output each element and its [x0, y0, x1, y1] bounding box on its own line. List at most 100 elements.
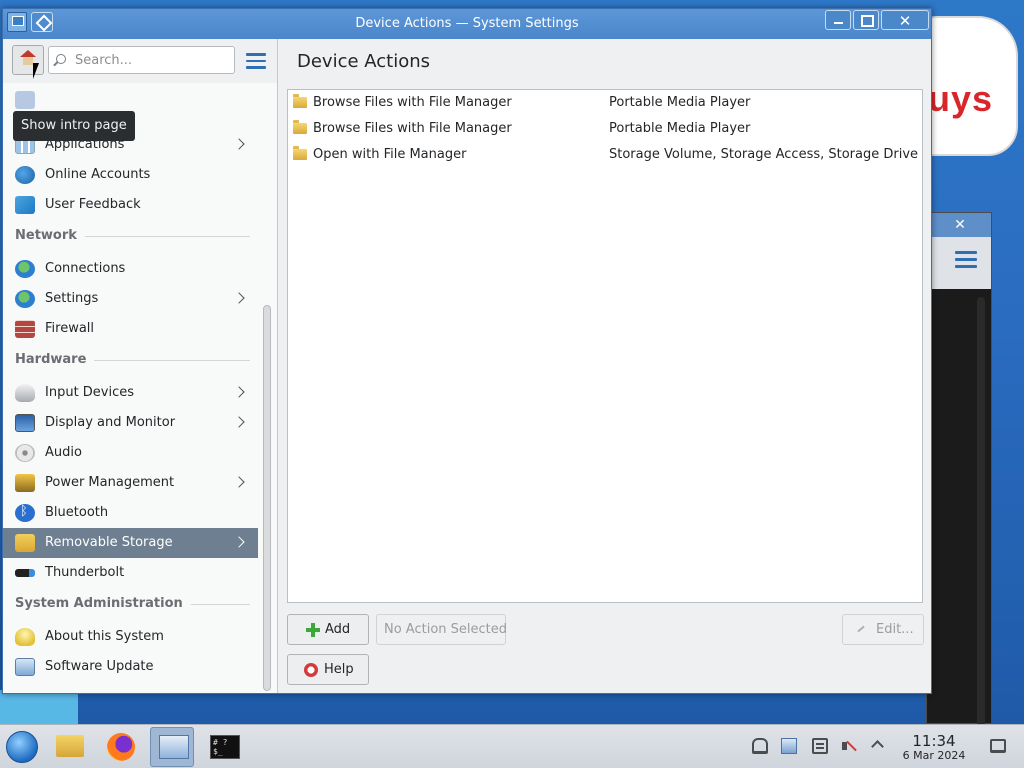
action-name: Browse Files with File Manager — [313, 95, 512, 110]
volume-muted-icon[interactable] — [842, 738, 858, 754]
action-name: Browse Files with File Manager — [313, 121, 512, 136]
sidebar-list: Applications Online Accounts User Feedba… — [3, 83, 258, 691]
sidebar-scrollbar[interactable] — [262, 83, 272, 691]
add-button-label: Add — [325, 622, 351, 637]
wallpaper-text: uys — [928, 78, 994, 119]
edit-icon — [857, 625, 865, 633]
background-window-scrollbar[interactable] — [977, 297, 985, 724]
sidebar-header — [3, 39, 277, 83]
add-button[interactable]: Add — [287, 614, 369, 645]
sidebar-item-bluetooth[interactable]: Bluetooth — [3, 498, 258, 528]
chevron-up-icon[interactable] — [871, 740, 884, 753]
sidebar-item-label: Connections — [45, 261, 126, 276]
hamburger-menu-icon[interactable] — [246, 53, 266, 69]
help-button[interactable]: Help — [287, 654, 369, 685]
display-icon — [15, 414, 35, 432]
sidebar-item-software-update[interactable]: Software Update — [3, 652, 258, 682]
online-accounts-icon — [15, 166, 35, 184]
home-button[interactable] — [12, 45, 44, 75]
clock-time[interactable]: 11:34 — [897, 732, 971, 750]
thunderbolt-icon — [15, 569, 35, 577]
taskbar-firefox[interactable] — [98, 727, 142, 767]
category-label: System Administration — [15, 596, 191, 611]
no-action-selected-button[interactable]: No Action Selected — [376, 614, 508, 645]
updates-icon[interactable] — [781, 738, 797, 754]
sidebar-item-label: Input Devices — [45, 385, 135, 400]
folder-icon — [56, 735, 84, 757]
sidebar-item-power-management[interactable]: Power Management — [3, 468, 258, 498]
show-desktop-icon[interactable] — [990, 739, 1006, 753]
folder-icon — [293, 146, 307, 160]
accessibility-icon — [15, 91, 35, 109]
no-action-label: No Action Selected — [384, 622, 508, 637]
firewall-icon — [15, 320, 35, 338]
background-window-close-button[interactable]: ✕ — [937, 216, 983, 234]
about-system-icon — [15, 628, 35, 646]
search-field[interactable] — [48, 46, 235, 74]
search-input[interactable] — [75, 51, 230, 69]
list-item[interactable]: Open with File Manager Storage Volume, S… — [288, 142, 922, 168]
page-title: Device Actions — [297, 51, 431, 72]
help-button-label: Help — [324, 662, 354, 677]
sidebar-item-display-monitor[interactable]: Display and Monitor — [3, 408, 258, 438]
firefox-icon — [107, 733, 135, 761]
power-icon — [15, 474, 35, 492]
taskbar-file-manager[interactable] — [48, 727, 92, 767]
sidebar-item-removable-storage[interactable]: Removable Storage — [3, 528, 258, 558]
background-window-titlebar[interactable]: ✕ — [927, 213, 991, 237]
sidebar-scrollbar-thumb[interactable] — [263, 305, 271, 691]
category-label: Network — [15, 228, 85, 243]
clipboard-icon[interactable] — [812, 738, 828, 754]
clock-date[interactable]: 6 Mar 2024 — [897, 749, 971, 762]
system-settings-window: Device Actions — System Settings ✕ Appli… — [2, 8, 932, 694]
category-hardware: Hardware — [15, 350, 250, 370]
window-title: Device Actions — System Settings — [355, 16, 579, 31]
sidebar-item-label: Firewall — [45, 321, 95, 336]
folder-icon — [293, 120, 307, 134]
sidebar-item-firewall[interactable]: Firewall — [3, 314, 258, 344]
sidebar-item-label: Thunderbolt — [45, 565, 125, 580]
notifications-icon[interactable] — [752, 738, 768, 754]
folder-icon — [293, 94, 307, 108]
sidebar-item-about-system[interactable]: About this System — [3, 622, 258, 652]
background-window-toolbar — [927, 237, 991, 289]
sidebar-item-thunderbolt[interactable]: Thunderbolt — [3, 558, 258, 588]
mouse-cursor — [33, 63, 39, 79]
hamburger-menu-icon[interactable] — [955, 251, 977, 269]
sidebar-item-online-accounts[interactable]: Online Accounts — [3, 160, 258, 190]
chevron-right-icon — [233, 536, 245, 548]
device-actions-list[interactable]: Browse Files with File Manager Portable … — [287, 89, 923, 603]
sidebar: Applications Online Accounts User Feedba… — [3, 39, 278, 693]
taskbar-terminal[interactable]: # ?$_ — [202, 727, 246, 767]
chevron-right-icon — [233, 138, 245, 150]
help-icon — [304, 663, 318, 677]
sidebar-item-input-devices[interactable]: Input Devices — [3, 378, 258, 408]
action-name: Open with File Manager — [313, 147, 467, 162]
minimize-button[interactable] — [825, 10, 851, 30]
close-button[interactable]: ✕ — [881, 10, 929, 30]
search-icon — [56, 54, 66, 64]
add-icon — [306, 623, 320, 637]
window-titlebar[interactable]: Device Actions — System Settings ✕ — [3, 9, 931, 39]
edit-button-label: Edit... — [876, 622, 914, 637]
network-settings-icon — [15, 290, 35, 308]
input-devices-icon — [15, 384, 35, 402]
software-update-icon — [15, 658, 35, 676]
list-item[interactable]: Browse Files with File Manager Portable … — [288, 116, 922, 142]
background-window[interactable]: ✕ — [926, 212, 992, 724]
sidebar-item-connections[interactable]: Connections — [3, 254, 258, 284]
sidebar-item-user-feedback[interactable]: User Feedback — [3, 190, 258, 220]
start-menu-button[interactable] — [6, 731, 38, 763]
list-item[interactable]: Browse Files with File Manager Portable … — [288, 90, 922, 116]
sidebar-item-label: Settings — [45, 291, 99, 306]
taskbar: # ?$_ 11:34 6 Mar 2024 — [0, 724, 1024, 768]
category-label: Hardware — [15, 352, 95, 367]
content-area: Device Actions Browse Files with File Ma… — [279, 39, 931, 693]
sidebar-item-audio[interactable]: Audio — [3, 438, 258, 468]
sidebar-item-network-settings[interactable]: Settings — [3, 284, 258, 314]
close-icon: ✕ — [898, 12, 912, 30]
edit-button[interactable]: Edit... — [842, 614, 924, 645]
maximize-button[interactable] — [853, 10, 879, 30]
taskbar-system-settings[interactable] — [150, 727, 194, 767]
sidebar-item-label: Power Management — [45, 475, 175, 490]
